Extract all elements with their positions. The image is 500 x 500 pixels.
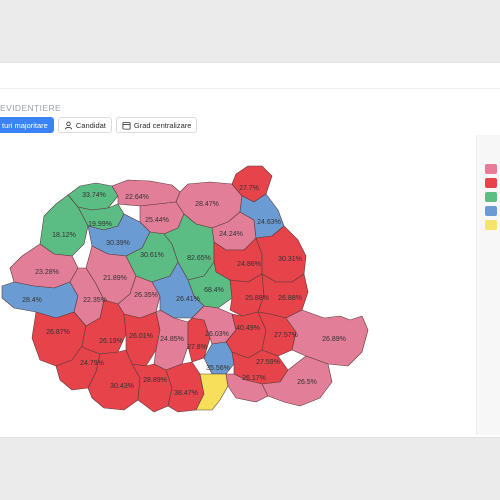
bottom-bar [0, 438, 500, 500]
county-label-mures: 30.61% [140, 252, 164, 259]
user-icon [64, 121, 72, 129]
county-label-timis: 28.4% [22, 297, 42, 304]
county-label-suceava: 28.47% [195, 201, 219, 208]
county-label-hunedoara: 22.35% [83, 297, 107, 304]
county-label-maramures: 22.64% [125, 194, 149, 201]
romania-county-map: 33.74% 22.64% 28.47% 27.7% 19.99% 25.44% 18.12… [0, 155, 380, 425]
county-label-ialomita: 27.59% [256, 359, 280, 366]
county-label-bacau: 24.86% [237, 261, 261, 268]
candidate-button[interactable]: Candidat [57, 117, 112, 133]
county-label-vaslui: 30.31% [278, 256, 302, 263]
centralization-label: Grad centralizare [133, 120, 192, 130]
county-label-arges: 24.85% [160, 336, 184, 343]
top-bar [0, 0, 500, 62]
county-label-constanta: 26.5% [297, 379, 317, 386]
county-label-dolj: 30.43% [110, 383, 134, 390]
candidate-label: Candidat [75, 120, 106, 130]
county-label-olt: 28.89% [143, 377, 167, 384]
legend-swatch-2 [485, 178, 497, 188]
section-title: EVIDENȚIERE [0, 103, 62, 113]
county-label-iasi: 24.63% [257, 219, 281, 226]
legend-swatch-5 [485, 220, 497, 230]
county-label-dambovita: 27.8% [187, 344, 207, 351]
legend [476, 135, 500, 435]
county-label-cluj: 30.39% [106, 240, 130, 247]
centralization-button[interactable]: Grad centralizare [115, 117, 198, 133]
county-label-braila: 27.57% [274, 332, 298, 339]
county-label-covasna: 68.4% [204, 287, 224, 294]
majority-parties-button[interactable]: turi majoritare [0, 117, 54, 133]
county-label-prahova: 26.03% [205, 331, 229, 338]
majority-parties-label: turi majoritare [2, 120, 48, 130]
county-label-vrancea: 25.88% [245, 295, 269, 302]
county-label-sibiu: 26.35% [134, 292, 158, 299]
county-label-mehedinti: 24.79% [80, 360, 104, 367]
county-label-bistrita: 25.44% [145, 217, 169, 224]
county-label-salaj: 19.99% [88, 221, 112, 228]
county-label-alba: 21.89% [103, 275, 127, 282]
county-label-ilfov: 35.56% [206, 365, 230, 372]
highlight-toggle-group: turi majoritare Candidat Grad centraliza… [0, 117, 198, 133]
county-label-teleorman: 38.47% [174, 390, 198, 397]
legend-swatch-4 [485, 206, 497, 216]
county-label-gorj: 26.19% [99, 338, 123, 345]
county-label-valcea: 26.01% [129, 333, 153, 340]
county-label-neamt: 24.24% [219, 231, 243, 238]
county-label-botosani: 27.7% [239, 185, 259, 192]
county-label-buzau: 40.49% [236, 325, 260, 332]
county-label-harghita: 82.65% [187, 255, 211, 262]
legend-swatch-3 [485, 192, 497, 202]
county-label-brasov: 26.41% [176, 296, 200, 303]
county-label-satu-mare: 33.74% [82, 192, 106, 199]
legend-swatch-1 [485, 164, 497, 174]
county-label-tulcea: 26.89% [322, 336, 346, 343]
county-teleorman[interactable] [165, 361, 205, 413]
county-label-bihor: 18.12% [52, 232, 76, 239]
county-label-calarasi: 26.17% [242, 375, 266, 382]
county-label-caras: 26.87% [46, 329, 70, 336]
map-svg: 33.74% 22.64% 28.47% 27.7% 19.99% 25.44% 18.12… [1, 165, 369, 413]
calendar-icon [122, 121, 131, 130]
county-label-arad: 23.28% [35, 269, 59, 276]
panel-divider [0, 88, 500, 89]
county-label-galati: 26.88% [278, 295, 302, 302]
